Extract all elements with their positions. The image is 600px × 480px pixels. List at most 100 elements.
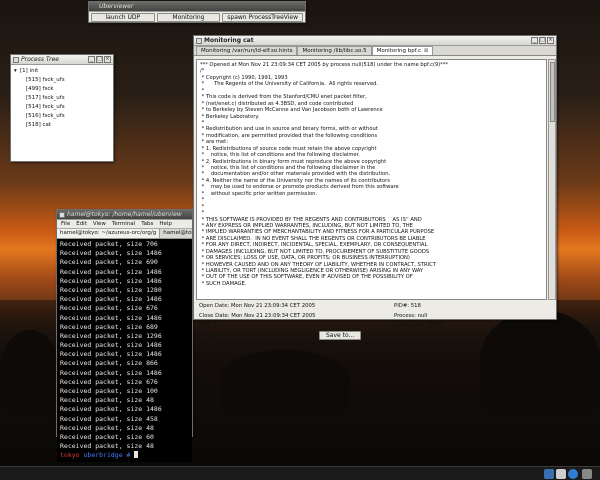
terminal-menubar: File Edit View Terminal Tabs Help — [57, 220, 192, 229]
tree-item[interactable]: ▾ [1] init — [14, 67, 110, 76]
menu-view[interactable]: View — [93, 221, 106, 227]
menu-file[interactable]: File — [61, 221, 70, 227]
tab-libc[interactable]: Monitoring /lib/libc.so.5 — [297, 46, 372, 55]
terminal-line: Received packet, size 689 — [60, 322, 158, 331]
window-title: Uberviewer — [99, 3, 134, 10]
tree-item[interactable]: [518] cat — [14, 121, 110, 130]
clock-icon[interactable] — [556, 469, 566, 479]
terminal-line: Received packet, size 1486 — [60, 276, 162, 285]
maximize-icon[interactable]: □ — [96, 56, 103, 63]
pid-value: 518 — [410, 303, 421, 309]
terminal-line: Received packet, size 1296 — [60, 331, 162, 340]
terminal-line: Received packet, size 706 — [60, 240, 158, 248]
file-content-view[interactable]: *** Opened at Mon Nov 21 23:09:34 CET 20… — [196, 59, 547, 300]
pid-label: PID#: — [394, 303, 410, 309]
menu-edit[interactable]: Edit — [76, 221, 87, 227]
menu-tabs[interactable]: Tabs — [141, 221, 153, 227]
terminal-line: Received packet, size 690 — [60, 258, 158, 267]
process-value: null — [417, 312, 428, 319]
file-info-panel: Open Date: Mon Nov 21 23:09:34 CET 2005 … — [196, 302, 556, 340]
minimize-icon[interactable]: _ — [88, 56, 95, 63]
terminal-line: Received packet, size 1486 — [60, 368, 162, 377]
terminal-line: Received packet, size 1486 — [60, 267, 162, 276]
close-date-label: Close Date: — [199, 312, 230, 319]
prompt-host: tokyo — [60, 451, 80, 460]
process-tree-list: ▾ [1] init [515] fsck_ufs [499] fsck [517… — [11, 65, 113, 132]
monitoring-button[interactable]: Monitoring — [156, 13, 221, 22]
process-tree-window: Process Tree _ □ × ▾ [1] init [515] fsck_… — [10, 54, 114, 162]
terminal-line: Received packet, size 1486 — [60, 341, 162, 350]
tree-item[interactable]: [515] fsck_ufs — [14, 76, 110, 85]
minimize-icon[interactable]: _ — [531, 37, 538, 44]
fd-value: 3 — [214, 322, 218, 329]
tab-ld-elf-hints[interactable]: Monitoring /var/run/ld-elf.so.hints — [196, 46, 298, 55]
terminal-output[interactable]: Received packet, size 706 Received packet… — [57, 239, 192, 462]
menu-help[interactable]: Help — [159, 221, 172, 227]
window-menu-icon[interactable] — [59, 212, 65, 218]
app-launcher-icon[interactable] — [568, 469, 578, 479]
terminal-line: Received packet, size 866 — [60, 359, 158, 368]
tree-silhouette — [220, 350, 350, 410]
window-menu-icon[interactable] — [196, 38, 202, 44]
tab-bpf[interactable]: Monitoring bpf.c ⊠ — [371, 46, 434, 55]
prompt-dir: uberbridge # — [83, 451, 131, 460]
close-icon[interactable]: × — [547, 37, 554, 44]
scrollbar-thumb[interactable] — [550, 62, 555, 122]
uberviewer-titlebar[interactable]: Uberviewer — [89, 2, 305, 12]
vertical-scrollbar[interactable] — [548, 59, 556, 300]
tree-silhouette — [0, 330, 60, 410]
network-icon[interactable] — [544, 469, 554, 479]
trash-icon[interactable] — [582, 469, 592, 479]
save-to-button[interactable]: Save to... — [319, 330, 362, 340]
close-icon[interactable]: × — [104, 56, 111, 63]
terminal-line: Received packet, size 676 — [60, 377, 158, 386]
terminal-line: Received packet, size 100 — [60, 387, 158, 395]
fd-label: FD#: — [199, 322, 213, 329]
terminal-line: Received packet, size 60 — [60, 432, 154, 441]
open-date-value: Mon Nov 21 23:09:34 CET 2005 — [230, 303, 316, 309]
window-menu-icon[interactable] — [13, 57, 19, 63]
monitoring-tabs: Monitoring /var/run/ld-elf.so.hints Moni… — [194, 46, 556, 56]
terminal-line: Received packet, size 48 — [60, 423, 154, 432]
taskbar — [0, 466, 600, 480]
terminal-line: Received packet, size 458 — [60, 414, 158, 423]
process-tree-titlebar[interactable]: Process Tree _ □ × — [11, 55, 113, 65]
menu-terminal[interactable]: Terminal — [112, 221, 135, 227]
file-value: bpf.c — [211, 332, 225, 339]
tree-item[interactable]: [517] fsck_ufs — [14, 94, 110, 103]
maximize-icon[interactable]: □ — [539, 37, 546, 44]
tree-item[interactable]: [499] fsck — [14, 85, 110, 94]
spawn-process-tree-button[interactable]: spawn ProcessTreeView — [222, 13, 304, 22]
tree-item[interactable]: [514] fsck_ufs — [14, 103, 110, 112]
tree-item[interactable]: [516] fsck_ufs — [14, 112, 110, 121]
terminal-line: Received packet, size 1486 — [60, 249, 162, 258]
file-label: File: — [199, 332, 210, 339]
terminal-line: Received packet, size 1486 — [60, 313, 162, 322]
window-title: Monitoring cat — [204, 37, 254, 44]
terminal-prompt[interactable]: tokyo uberbridge # — [60, 451, 189, 460]
window-title: Process Tree — [21, 56, 59, 63]
monitoring-titlebar[interactable]: Monitoring cat _ □ × — [194, 36, 556, 46]
launch-udp-button[interactable]: launch UDP — [91, 13, 155, 22]
text-cursor — [134, 451, 139, 459]
monitoring-window: Monitoring cat _ □ × Monitoring /var/run… — [193, 35, 557, 340]
source-line: * SUCH DAMAGE. — [200, 280, 247, 287]
terminal-tab[interactable]: hamel@toky — [160, 229, 192, 238]
terminal-tab[interactable]: hamel@tokyo: ~/azureus-orc/org/g — [57, 229, 161, 238]
terminal-line: Received packet, size 1486 — [60, 350, 162, 359]
terminal-line: Received packet, size 1486 — [60, 295, 162, 304]
close-date-value: Mon Nov 21 23:09:34 CET 2005 — [231, 312, 316, 319]
open-date-label: Open Date: — [199, 303, 230, 309]
terminal-line: Received packet, size 48 — [60, 396, 154, 405]
close-tab-icon[interactable]: ⊠ — [424, 48, 428, 55]
process-label: Process: — [394, 312, 416, 319]
bytes-read-value: 36450 — [425, 322, 443, 329]
uberviewer-window: Uberviewer launch UDP Monitoring spawn P… — [88, 1, 306, 23]
bytes-read-label: Bytes read: — [394, 322, 425, 329]
terminal-line: Received packet, size 1280 — [60, 285, 162, 294]
terminal-window: hamel@tokyo: /home/hamel/uberview File E… — [56, 209, 193, 462]
terminal-tabs: hamel@tokyo: ~/azureus-orc/org/g hamel@t… — [57, 229, 192, 239]
terminal-line: Received packet, size 676 — [60, 304, 158, 313]
terminal-titlebar[interactable]: hamel@tokyo: /home/hamel/uberview — [57, 210, 192, 220]
window-title: hamel@tokyo: /home/hamel/uberview — [67, 211, 182, 218]
